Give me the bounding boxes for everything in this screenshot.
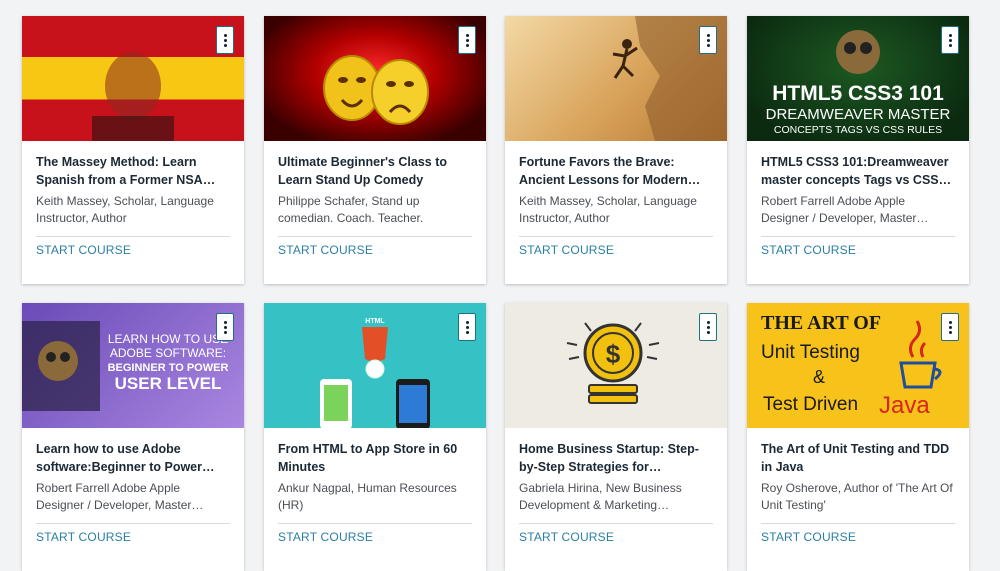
html5-css3-banner: HTML5 CSS3 101 DREAMWEAVER MASTER CONCEP… bbox=[766, 30, 951, 136]
course-title[interactable]: Fortune Favors the Brave: Ancient Lesson… bbox=[519, 153, 713, 189]
course-thumbnail[interactable]: $ bbox=[505, 303, 727, 428]
thumb-text: Unit Testing bbox=[761, 342, 860, 363]
course-title[interactable]: The Massey Method: Learn Spanish from a … bbox=[36, 153, 230, 189]
course-card[interactable]: Ultimate Beginner's Class to Learn Stand… bbox=[264, 16, 486, 284]
vertical-dots-icon bbox=[948, 33, 952, 48]
divider bbox=[761, 236, 955, 237]
card-menu-button[interactable] bbox=[458, 313, 476, 341]
course-author: Philippe Schafer, Stand up comedian. Coa… bbox=[278, 194, 424, 225]
thumb-text: DREAMWEAVER MASTER bbox=[766, 106, 951, 123]
card-menu-button[interactable] bbox=[699, 26, 717, 54]
card-menu-button[interactable] bbox=[216, 26, 234, 54]
divider bbox=[278, 523, 472, 524]
thumb-text: BEGINNER TO POWER bbox=[108, 362, 229, 374]
thumb-text: ADOBE SOFTWARE: bbox=[110, 346, 226, 360]
course-card[interactable]: LEARN HOW TO USE ADOBE SOFTWARE: BEGINNE… bbox=[22, 303, 244, 571]
course-author: Roy Osherove, Author of 'The Art Of Unit… bbox=[761, 481, 953, 512]
course-card[interactable]: THE ART OF Unit Testing & Test Driven Ja… bbox=[747, 303, 969, 571]
vertical-dots-icon bbox=[706, 320, 710, 335]
thumb-text: USER LEVEL bbox=[115, 374, 222, 393]
course-author: Ankur Nagpal, Human Resources (HR) bbox=[278, 481, 457, 512]
vertical-dots-icon bbox=[465, 33, 469, 48]
vertical-dots-icon bbox=[948, 320, 952, 335]
course-author: Robert Farrell Adobe Apple Designer / De… bbox=[36, 481, 204, 512]
course-card[interactable]: HTML From HTML to App Store in 60 Minute… bbox=[264, 303, 486, 571]
course-thumbnail[interactable]: HTML bbox=[264, 303, 486, 428]
java-cup-icon bbox=[899, 320, 942, 389]
divider bbox=[519, 236, 713, 237]
course-grid: The Massey Method: Learn Spanish from a … bbox=[0, 0, 1000, 571]
adobe-software-banner: LEARN HOW TO USE ADOBE SOFTWARE: BEGINNE… bbox=[22, 321, 229, 411]
course-thumbnail[interactable]: LEARN HOW TO USE ADOBE SOFTWARE: BEGINNE… bbox=[22, 303, 244, 428]
svg-text:$: $ bbox=[606, 339, 621, 369]
course-thumbnail[interactable] bbox=[505, 16, 727, 141]
course-author: Robert Farrell Adobe Apple Designer / De… bbox=[761, 194, 929, 225]
thumb-text: CONCEPTS TAGS VS CSS RULES bbox=[774, 124, 942, 136]
unit-testing-java-banner: THE ART OF Unit Testing & Test Driven Ja… bbox=[761, 312, 942, 419]
divider bbox=[278, 236, 472, 237]
divider bbox=[36, 236, 230, 237]
start-course-link[interactable]: START COURSE bbox=[519, 243, 713, 257]
dollar-coin-illustration: $ bbox=[566, 322, 660, 404]
vertical-dots-icon bbox=[706, 33, 710, 48]
divider bbox=[519, 523, 713, 524]
divider bbox=[36, 523, 230, 524]
html5-phones-illustration: HTML bbox=[320, 318, 430, 428]
course-title[interactable]: The Art of Unit Testing and TDD in Java bbox=[761, 440, 955, 476]
cliff-climber-illustration bbox=[612, 16, 727, 141]
vertical-dots-icon bbox=[223, 320, 227, 335]
course-title[interactable]: Learn how to use Adobe software:Beginner… bbox=[36, 440, 230, 476]
thumb-text: HTML bbox=[365, 318, 385, 325]
course-author: Gabriela Hirina, New Business Developmen… bbox=[519, 481, 682, 512]
card-menu-button[interactable] bbox=[216, 313, 234, 341]
thumb-text: Test Driven bbox=[763, 394, 858, 415]
course-title[interactable]: Ultimate Beginner's Class to Learn Stand… bbox=[278, 153, 472, 189]
start-course-link[interactable]: START COURSE bbox=[278, 243, 472, 257]
course-card[interactable]: $ Home Business Startup: Step-by-Step St… bbox=[505, 303, 727, 571]
thumb-text: Java bbox=[879, 392, 930, 419]
thumb-text: & bbox=[813, 367, 825, 387]
card-menu-button[interactable] bbox=[941, 313, 959, 341]
course-title[interactable]: HTML5 CSS3 101:Dreamweaver master concep… bbox=[761, 153, 955, 189]
spanish-man-illustration bbox=[92, 52, 174, 141]
course-thumbnail[interactable] bbox=[264, 16, 486, 141]
start-course-link[interactable]: START COURSE bbox=[761, 243, 955, 257]
course-card[interactable]: The Massey Method: Learn Spanish from a … bbox=[22, 16, 244, 284]
vertical-dots-icon bbox=[223, 33, 227, 48]
card-menu-button[interactable] bbox=[941, 26, 959, 54]
start-course-link[interactable]: START COURSE bbox=[36, 243, 230, 257]
thumb-text: LEARN HOW TO USE bbox=[108, 332, 228, 346]
course-card[interactable]: HTML5 CSS3 101 DREAMWEAVER MASTER CONCEP… bbox=[747, 16, 969, 284]
vertical-dots-icon bbox=[465, 320, 469, 335]
course-thumbnail[interactable] bbox=[22, 16, 244, 141]
card-menu-button[interactable] bbox=[699, 313, 717, 341]
thumb-text: THE ART OF bbox=[761, 312, 881, 334]
course-author: Keith Massey, Scholar, Language Instruct… bbox=[36, 194, 214, 225]
thumb-text: HTML5 CSS3 101 bbox=[772, 82, 944, 105]
course-card[interactable]: Fortune Favors the Brave: Ancient Lesson… bbox=[505, 16, 727, 284]
course-author: Keith Massey, Scholar, Language Instruct… bbox=[519, 194, 697, 225]
html5-shield-icon bbox=[362, 327, 388, 363]
course-thumbnail[interactable]: THE ART OF Unit Testing & Test Driven Ja… bbox=[747, 303, 969, 428]
theater-masks-illustration bbox=[323, 55, 429, 125]
card-menu-button[interactable] bbox=[458, 26, 476, 54]
course-title[interactable]: Home Business Startup: Step-by-Step Stra… bbox=[519, 440, 713, 476]
course-title[interactable]: From HTML to App Store in 60 Minutes bbox=[278, 440, 472, 476]
divider bbox=[761, 523, 955, 524]
course-thumbnail[interactable]: HTML5 CSS3 101 DREAMWEAVER MASTER CONCEP… bbox=[747, 16, 969, 141]
